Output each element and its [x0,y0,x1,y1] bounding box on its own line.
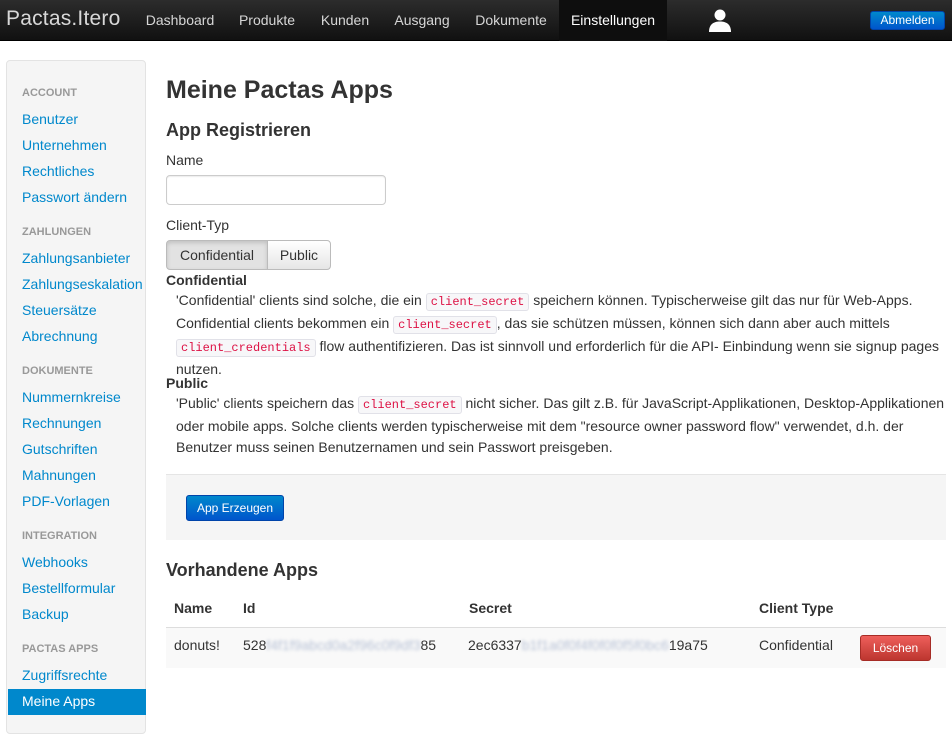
app-name-cell: donuts! [174,637,220,653]
sidebar-item-steuersaetze[interactable]: Steuersätze [22,302,97,318]
nav-produkte[interactable]: Produkte [226,0,308,41]
nav-ausgang[interactable]: Ausgang [382,0,462,41]
sidebar-item-nummernkreise[interactable]: Nummernkreise [22,389,121,405]
sidebar-header-zahlungen: ZAHLUNGEN [22,226,92,238]
confidential-title: Confidential [166,272,247,288]
existing-apps-heading: Vorhandene Apps [166,560,319,580]
sidebar-item-gutschriften[interactable]: Gutschriften [22,441,97,457]
sidebar-item-mahnungen[interactable]: Mahnungen [22,467,96,483]
code-client-credentials: client_credentials [176,339,316,357]
sidebar-item-backup[interactable]: Backup [22,606,69,622]
nav-einstellungen[interactable]: Einstellungen [559,0,667,41]
user-icon[interactable] [708,8,732,32]
logout-button[interactable]: Abmelden [870,11,945,30]
nav-dokumente[interactable]: Dokumente [464,0,558,41]
table-header-secret: Secret [469,600,512,616]
code-client-secret: client_secret [358,396,462,414]
app-id-cell: 528f4f1f9abcd0a2f96c0f9df385 [243,637,437,653]
nav-dashboard[interactable]: Dashboard [136,0,224,41]
name-label: Name [166,152,204,168]
confidential-description: 'Confidential' clients sind solche, die … [176,292,939,377]
public-title: Public [166,375,209,391]
sidebar-header-account: ACCOUNT [22,87,77,99]
register-heading: App Registrieren [166,120,312,140]
app-secret-cell: 2ec6337b1f1a0f0f4f0f0f0f5f0bc619a75 [468,637,708,653]
top-navbar: Pactas.Itero Dashboard Produkte Kunden A… [0,0,952,41]
page-title: Meine Pactas Apps [166,76,393,104]
delete-app-button[interactable]: Löschen [860,635,931,661]
app-client-type-cell: Confidential [759,637,833,653]
table-header-client-type: Client Type [759,600,834,616]
brand-logo[interactable]: Pactas.Itero [6,7,120,31]
table-header-id: Id [243,600,256,616]
code-client-secret: client_secret [425,293,530,311]
sidebar-item-unternehmen[interactable]: Unternehmen [22,137,107,153]
sidebar-header-dokumente: DOKUMENTE [22,365,93,377]
sidebar-item-rechnungen[interactable]: Rechnungen [22,415,101,431]
sidebar-header-integration: INTEGRATION [22,530,97,542]
nav-kunden[interactable]: Kunden [310,0,380,41]
settings-sidebar: ACCOUNT Benutzer Unternehmen Rechtliches… [6,60,146,734]
table-header-name: Name [174,600,213,616]
form-actions: App Erzeugen [166,474,946,540]
app-name-input[interactable] [166,175,386,205]
sidebar-item-zahlungsanbieter[interactable]: Zahlungsanbieter [22,250,130,266]
sidebar-item-bestellformular[interactable]: Bestellformular [22,580,115,596]
code-client-secret: client_secret [393,316,497,334]
public-description: 'Public' clients speichern das client_se… [176,395,945,455]
client-type-confidential-button[interactable]: Confidential [166,240,268,270]
sidebar-item-abrechnung[interactable]: Abrechnung [22,328,98,344]
sidebar-item-label: Meine Apps [22,693,96,709]
sidebar-item-passwort[interactable]: Passwort ändern [22,189,127,205]
sidebar-item-benutzer[interactable]: Benutzer [22,111,78,127]
sidebar-item-pdf-vorlagen[interactable]: PDF-Vorlagen [22,493,110,509]
sidebar-item-meine-apps[interactable]: Meine Apps [8,689,146,715]
sidebar-item-webhooks[interactable]: Webhooks [22,554,88,570]
client-type-public-button[interactable]: Public [267,240,331,270]
sidebar-item-zugriffsrechte[interactable]: Zugriffsrechte [22,667,107,683]
create-app-button[interactable]: App Erzeugen [186,495,284,521]
sidebar-item-zahlungseskalation[interactable]: Zahlungseskalation [22,276,143,292]
client-type-label: Client-Typ [166,217,230,233]
sidebar-header-pactas-apps: PACTAS APPS [22,643,99,655]
sidebar-item-rechtliches[interactable]: Rechtliches [22,163,94,179]
